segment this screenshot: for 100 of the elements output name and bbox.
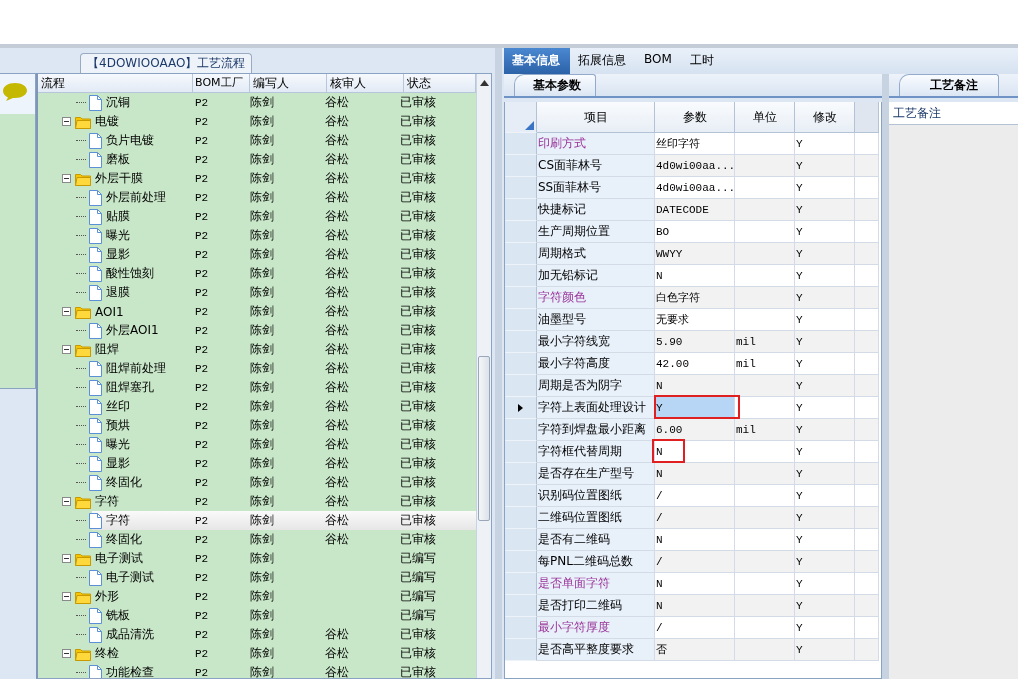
step-name[interactable]: 外形 bbox=[95, 588, 119, 605]
collapse-toggle-icon[interactable] bbox=[62, 649, 71, 658]
step-name[interactable]: 负片电镀 bbox=[106, 132, 154, 149]
row-header[interactable] bbox=[505, 397, 537, 419]
param-name: 快捷标记 bbox=[537, 199, 655, 221]
column-header[interactable]: 项目 bbox=[537, 102, 655, 133]
step-name[interactable]: 沉铜 bbox=[106, 94, 130, 111]
step-name[interactable]: 终检 bbox=[95, 645, 119, 662]
step-name[interactable]: 酸性蚀刻 bbox=[106, 265, 154, 282]
tab[interactable]: 工时 bbox=[681, 48, 724, 74]
step-name[interactable]: 字符 bbox=[106, 512, 130, 529]
param-value[interactable]: 无要求 bbox=[655, 309, 735, 331]
param-value[interactable]: 42.00 bbox=[655, 353, 735, 375]
step-name[interactable]: 终固化 bbox=[106, 531, 142, 548]
step-name[interactable]: 磨板 bbox=[106, 151, 130, 168]
param-value[interactable]: / bbox=[655, 485, 735, 507]
step-name[interactable]: 功能检查 bbox=[106, 664, 154, 678]
step-name[interactable]: 成品清洗 bbox=[106, 626, 154, 643]
param-value[interactable]: 丝印字符 bbox=[655, 133, 735, 155]
step-name[interactable]: 显影 bbox=[106, 246, 130, 263]
corner-cell[interactable] bbox=[505, 102, 537, 133]
param-value[interactable]: DATECODE bbox=[655, 199, 735, 221]
scrollbar-thumb[interactable] bbox=[478, 356, 490, 521]
collapse-toggle-icon[interactable] bbox=[62, 592, 71, 601]
tab[interactable]: 基本信息 bbox=[504, 48, 570, 74]
param-value[interactable]: N bbox=[655, 573, 735, 595]
scroll-up-icon[interactable] bbox=[479, 80, 489, 86]
table-cell: 谷松 bbox=[325, 284, 349, 301]
collapse-toggle-icon[interactable] bbox=[62, 174, 71, 183]
step-name[interactable]: 终固化 bbox=[106, 474, 142, 491]
param-value[interactable]: BO bbox=[655, 221, 735, 243]
table-cell: P2 bbox=[195, 248, 209, 261]
param-value[interactable]: / bbox=[655, 551, 735, 573]
param-value[interactable]: N bbox=[655, 441, 735, 463]
column-header[interactable]: 流程 bbox=[38, 74, 194, 92]
column-header[interactable]: 参数 bbox=[655, 102, 735, 133]
step-name[interactable]: 阻焊前处理 bbox=[106, 360, 166, 377]
param-value[interactable]: N bbox=[655, 529, 735, 551]
speech-bubble-icon[interactable] bbox=[1, 82, 28, 102]
step-name[interactable]: 铣板 bbox=[106, 607, 130, 624]
column-header[interactable]: 编写人 bbox=[249, 74, 327, 92]
splitter[interactable] bbox=[882, 74, 889, 679]
step-name[interactable]: AOI1 bbox=[95, 304, 124, 319]
tab[interactable]: 拓展信息 bbox=[570, 48, 636, 74]
param-value[interactable]: 4d0wi00aa... bbox=[655, 155, 735, 177]
column-header[interactable]: 修改 bbox=[795, 102, 855, 133]
step-name[interactable]: 电子测试 bbox=[106, 569, 154, 586]
table-cell: 谷松 bbox=[325, 512, 349, 529]
step-name[interactable]: 贴膜 bbox=[106, 208, 130, 225]
param-value[interactable]: N bbox=[655, 265, 735, 287]
step-name[interactable]: 曝光 bbox=[106, 436, 130, 453]
param-value[interactable]: 5.90 bbox=[655, 331, 735, 353]
step-name[interactable]: 阻焊塞孔 bbox=[106, 379, 154, 396]
param-value[interactable]: 白色字符 bbox=[655, 287, 735, 309]
step-name[interactable]: 阻焊 bbox=[95, 341, 119, 358]
param-value[interactable]: 6.00 bbox=[655, 419, 735, 441]
step-name[interactable]: 外层AOI1 bbox=[106, 322, 159, 339]
param-value[interactable]: N bbox=[655, 375, 735, 397]
param-value[interactable]: N bbox=[655, 463, 735, 485]
step-name[interactable]: 预烘 bbox=[106, 417, 130, 434]
collapse-toggle-icon[interactable] bbox=[62, 497, 71, 506]
param-name: 最小字符线宽 bbox=[537, 331, 655, 353]
collapse-toggle-icon[interactable] bbox=[62, 117, 71, 126]
notes-area[interactable] bbox=[889, 125, 1018, 679]
param-name: 加无铅标记 bbox=[537, 265, 655, 287]
tab[interactable]: BOM bbox=[636, 48, 682, 74]
column-header[interactable]: 状态 bbox=[403, 74, 476, 92]
step-name[interactable]: 外层前处理 bbox=[106, 189, 166, 206]
param-value[interactable]: N bbox=[655, 595, 735, 617]
table-cell: 已审核 bbox=[400, 151, 436, 168]
scrollbar[interactable] bbox=[476, 74, 491, 678]
param-value[interactable]: WWYY bbox=[655, 243, 735, 265]
tab[interactable]: 基本参数 bbox=[514, 74, 596, 96]
column-header[interactable]: BOM工厂 bbox=[193, 74, 250, 92]
param-value[interactable]: 否 bbox=[655, 639, 735, 661]
table-cell: 陈剑 bbox=[250, 531, 274, 548]
step-name[interactable]: 曝光 bbox=[106, 227, 130, 244]
tab[interactable]: 工艺备注 bbox=[899, 74, 999, 96]
step-name[interactable]: 退膜 bbox=[106, 284, 130, 301]
column-header[interactable]: 核审人 bbox=[326, 74, 404, 92]
collapse-toggle-icon[interactable] bbox=[62, 307, 71, 316]
modified-value: Y bbox=[795, 617, 855, 639]
step-name[interactable]: 电子测试 bbox=[95, 550, 143, 567]
step-name[interactable]: 电镀 bbox=[95, 113, 119, 130]
table-cell: 陈剑 bbox=[250, 246, 274, 263]
collapse-toggle-icon[interactable] bbox=[62, 554, 71, 563]
step-name[interactable]: 丝印 bbox=[106, 398, 130, 415]
column-header[interactable]: 单位 bbox=[735, 102, 795, 133]
param-value[interactable]: 4d0wi00aa... bbox=[655, 177, 735, 199]
param-value[interactable]: / bbox=[655, 617, 735, 639]
collapse-toggle-icon[interactable] bbox=[62, 345, 71, 354]
step-name[interactable]: 外层干膜 bbox=[95, 170, 143, 187]
param-name: 字符颜色 bbox=[537, 287, 655, 309]
step-name[interactable]: 显影 bbox=[106, 455, 130, 472]
table-cell: P2 bbox=[195, 533, 209, 546]
step-name[interactable]: 字符 bbox=[95, 493, 119, 510]
table-cell: 陈剑 bbox=[250, 436, 274, 453]
table-cell: P2 bbox=[195, 438, 209, 451]
param-value[interactable]: / bbox=[655, 507, 735, 529]
panel-title[interactable]: 【4DOWIOOAAO】工艺流程 bbox=[80, 53, 253, 73]
